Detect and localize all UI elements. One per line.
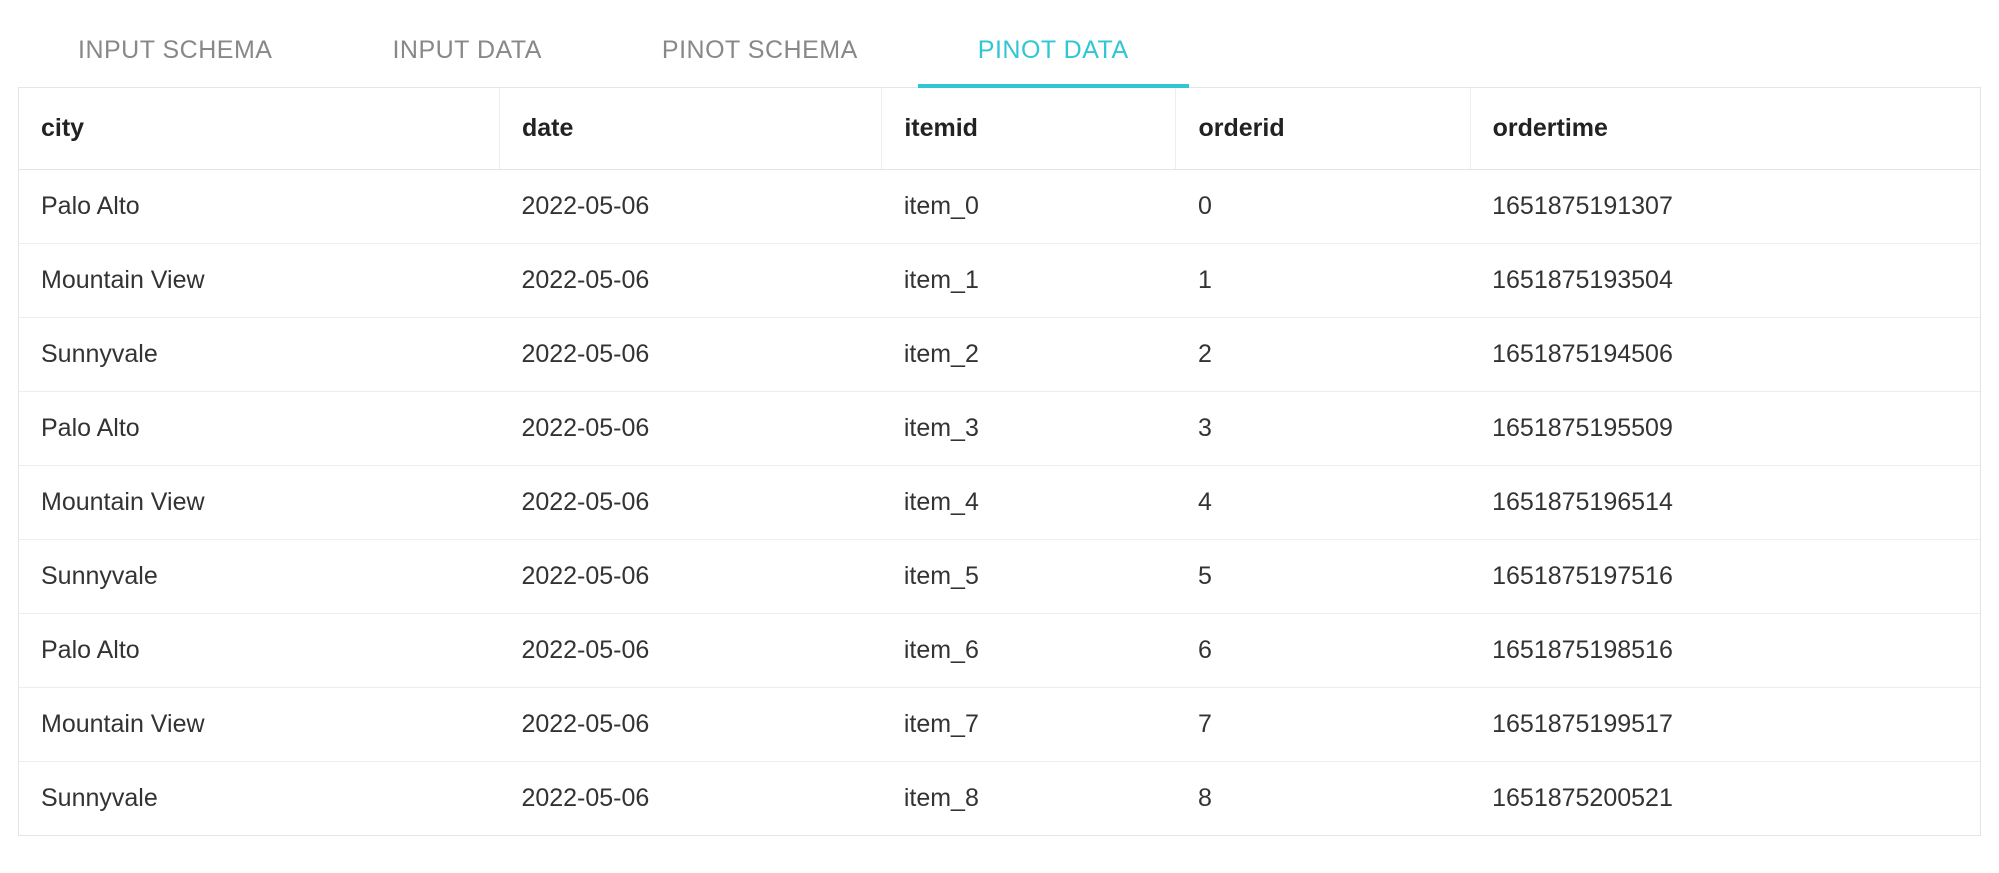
cell-orderid: 1 <box>1176 244 1470 318</box>
cell-itemid: item_6 <box>882 614 1176 688</box>
cell-city: Mountain View <box>19 466 499 540</box>
tabs-bar: INPUT SCHEMA INPUT DATA PINOT SCHEMA PIN… <box>18 18 1981 88</box>
cell-ordertime: 1651875198516 <box>1470 614 1980 688</box>
cell-city: Palo Alto <box>19 614 499 688</box>
pinot-data-table: city date itemid orderid ordertime Palo … <box>19 88 1980 835</box>
tab-input-schema[interactable]: INPUT SCHEMA <box>18 18 332 87</box>
table-body: Palo Alto2022-05-06item_001651875191307M… <box>19 170 1980 836</box>
cell-itemid: item_3 <box>882 392 1176 466</box>
cell-city: Sunnyvale <box>19 540 499 614</box>
table-row: Mountain View2022-05-06item_771651875199… <box>19 688 1980 762</box>
table-header-row: city date itemid orderid ordertime <box>19 88 1980 170</box>
col-header-date[interactable]: date <box>499 88 881 170</box>
cell-city: Mountain View <box>19 688 499 762</box>
cell-itemid: item_1 <box>882 244 1176 318</box>
cell-orderid: 8 <box>1176 762 1470 836</box>
cell-ordertime: 1651875199517 <box>1470 688 1980 762</box>
table-row: Palo Alto2022-05-06item_001651875191307 <box>19 170 1980 244</box>
cell-orderid: 0 <box>1176 170 1470 244</box>
cell-date: 2022-05-06 <box>499 318 881 392</box>
col-header-itemid[interactable]: itemid <box>882 88 1176 170</box>
cell-ordertime: 1651875197516 <box>1470 540 1980 614</box>
table-row: Sunnyvale2022-05-06item_221651875194506 <box>19 318 1980 392</box>
cell-city: Sunnyvale <box>19 318 499 392</box>
cell-itemid: item_8 <box>882 762 1176 836</box>
cell-date: 2022-05-06 <box>499 540 881 614</box>
cell-city: Mountain View <box>19 244 499 318</box>
tab-pinot-data[interactable]: PINOT DATA <box>918 18 1189 87</box>
cell-itemid: item_0 <box>882 170 1176 244</box>
col-header-ordertime[interactable]: ordertime <box>1470 88 1980 170</box>
cell-date: 2022-05-06 <box>499 688 881 762</box>
table-row: Palo Alto2022-05-06item_661651875198516 <box>19 614 1980 688</box>
cell-date: 2022-05-06 <box>499 762 881 836</box>
cell-date: 2022-05-06 <box>499 170 881 244</box>
cell-itemid: item_4 <box>882 466 1176 540</box>
table-row: Mountain View2022-05-06item_111651875193… <box>19 244 1980 318</box>
tab-input-data[interactable]: INPUT DATA <box>332 18 601 87</box>
cell-itemid: item_7 <box>882 688 1176 762</box>
table-row: Sunnyvale2022-05-06item_881651875200521 <box>19 762 1980 836</box>
cell-ordertime: 1651875191307 <box>1470 170 1980 244</box>
cell-orderid: 7 <box>1176 688 1470 762</box>
table-row: Mountain View2022-05-06item_441651875196… <box>19 466 1980 540</box>
cell-ordertime: 1651875195509 <box>1470 392 1980 466</box>
cell-ordertime: 1651875193504 <box>1470 244 1980 318</box>
cell-date: 2022-05-06 <box>499 392 881 466</box>
cell-date: 2022-05-06 <box>499 244 881 318</box>
cell-orderid: 4 <box>1176 466 1470 540</box>
cell-ordertime: 1651875194506 <box>1470 318 1980 392</box>
cell-city: Sunnyvale <box>19 762 499 836</box>
cell-date: 2022-05-06 <box>499 614 881 688</box>
cell-ordertime: 1651875196514 <box>1470 466 1980 540</box>
tab-pinot-schema[interactable]: PINOT SCHEMA <box>602 18 918 87</box>
pinot-data-table-container: city date itemid orderid ordertime Palo … <box>18 88 1981 836</box>
cell-orderid: 2 <box>1176 318 1470 392</box>
col-header-orderid[interactable]: orderid <box>1176 88 1470 170</box>
cell-city: Palo Alto <box>19 170 499 244</box>
cell-date: 2022-05-06 <box>499 466 881 540</box>
cell-orderid: 5 <box>1176 540 1470 614</box>
cell-city: Palo Alto <box>19 392 499 466</box>
cell-itemid: item_2 <box>882 318 1176 392</box>
cell-orderid: 6 <box>1176 614 1470 688</box>
cell-orderid: 3 <box>1176 392 1470 466</box>
col-header-city[interactable]: city <box>19 88 499 170</box>
table-row: Sunnyvale2022-05-06item_551651875197516 <box>19 540 1980 614</box>
cell-ordertime: 1651875200521 <box>1470 762 1980 836</box>
cell-itemid: item_5 <box>882 540 1176 614</box>
table-row: Palo Alto2022-05-06item_331651875195509 <box>19 392 1980 466</box>
